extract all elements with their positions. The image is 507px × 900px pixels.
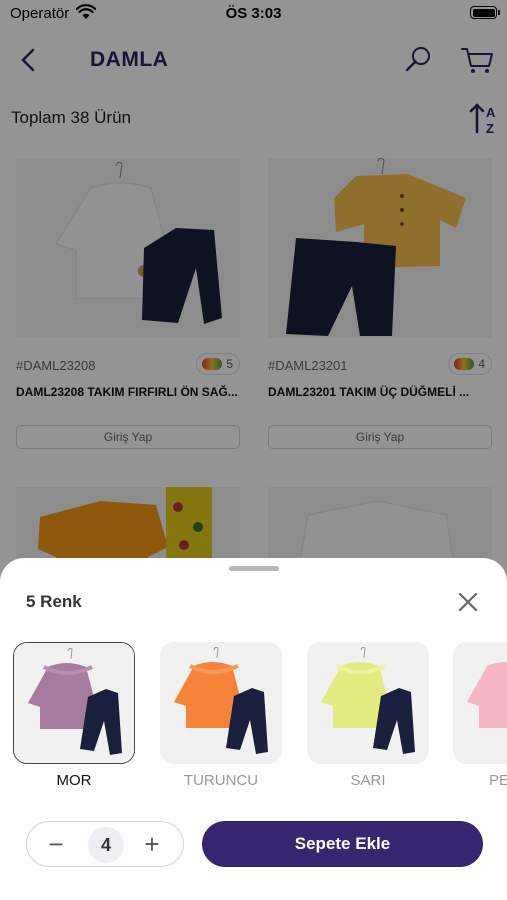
increment-button[interactable]: + [135,828,169,862]
product-list-screen: Operatör ÖS 3:03 DAMLA Toplam 38 Ürün A … [0,0,507,900]
add-to-cart-button[interactable]: Sepete Ekle [202,821,483,867]
swatch-image[interactable] [453,642,507,764]
sheet-title: 5 Renk [26,592,82,611]
swatch-label: SARI [350,772,386,789]
close-icon[interactable] [456,590,480,614]
color-picker-sheet: 5 Renk MOR TURUNCU SARI PE − 4 + Sepete … [0,558,507,900]
swatch-label: PE [489,772,507,789]
quantity-value[interactable]: 4 [88,827,124,863]
swatch-image[interactable] [307,642,429,764]
decrement-button[interactable]: − [39,828,73,862]
quantity-stepper: − 4 + [26,821,184,867]
swatch-label: MOR [56,772,92,789]
color-swatch-list[interactable]: MOR TURUNCU SARI PE [0,642,507,792]
swatch-image[interactable] [13,642,135,764]
swatch-label: TURUNCU [183,772,259,789]
drag-handle[interactable] [229,566,279,571]
swatch-image[interactable] [160,642,282,764]
